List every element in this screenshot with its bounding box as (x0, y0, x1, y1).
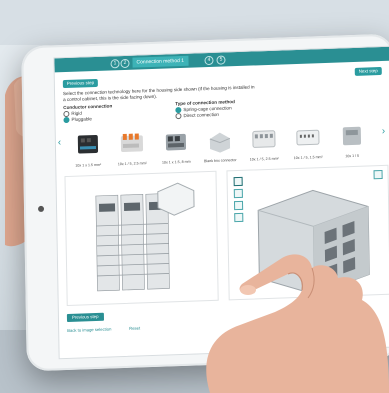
step-4[interactable]: 4 (204, 55, 214, 66)
step-1[interactable]: 1 (110, 59, 120, 69)
black-terminal-block-icon (77, 134, 99, 154)
photo-scene: 1 2 Connection method 1 4 5 Next step Pr… (0, 0, 389, 393)
grey-dark-plug-icon (165, 133, 187, 151)
back-to-image-link[interactable]: Back to image selection (67, 326, 111, 333)
step-2[interactable]: 2 (120, 58, 130, 69)
step-active[interactable]: Connection method 1 (132, 55, 189, 68)
product-caption: 10x 1 x 1.5 mm² (75, 162, 102, 168)
product-item[interactable]: 10x 1 x 1.5, 8 mm (158, 124, 195, 175)
chevron-right-icon[interactable]: › (382, 126, 389, 137)
white-terminal-icon (252, 130, 276, 148)
previous-step-button[interactable]: Previous step (66, 312, 104, 323)
product-caption: 10x 1 / 5, 2.5 mm² (249, 156, 279, 162)
product-item[interactable]: Blank box connector (202, 122, 239, 173)
product-item[interactable]: 10x 1 / 5, 2.5 mm² (246, 120, 283, 171)
product-caption: 10x 1 / 5, 2.5 mm² (117, 161, 147, 167)
white-terminal-small-icon (296, 129, 320, 146)
view-top-icon[interactable] (233, 188, 243, 199)
orange-plug-icon (120, 133, 144, 153)
conductor-heading: Conductor connection (63, 103, 113, 111)
right-hand-pointing (206, 254, 389, 393)
close-icon[interactable] (373, 169, 383, 180)
radio-icon[interactable] (175, 112, 182, 120)
conductor-option-label: Pluggable (71, 116, 92, 123)
grey-box-icon (342, 126, 362, 146)
camera-dot (37, 205, 45, 213)
grey-blank-icon (209, 132, 231, 153)
view-front-icon[interactable] (233, 176, 243, 187)
radio-selected-icon[interactable] (63, 116, 70, 124)
next-step-top-button[interactable]: Next step (354, 66, 382, 76)
product-item[interactable]: 10x 1 x 1.5 mm² (70, 127, 107, 178)
conductor-option-pluggable[interactable]: Pluggable (63, 116, 92, 124)
connection-option-label: Direct connection (183, 111, 220, 119)
product-caption: 10x 1 / 5 (345, 153, 360, 159)
view-side-icon[interactable] (233, 200, 244, 211)
step-bar: 1 2 Connection method 1 4 5 (54, 46, 389, 73)
chevron-left-icon[interactable]: ‹ (58, 137, 66, 148)
product-caption: 10x 1 / 5, 1.5 mm² (293, 155, 323, 161)
previous-step-top-button[interactable]: Previous step (62, 78, 99, 89)
product-caption: 10x 1 x 1.5, 8 mm (161, 159, 191, 165)
view-back-icon[interactable] (234, 212, 244, 223)
product-item[interactable]: 10x 1 / 5 (334, 117, 371, 168)
connection-option-direct[interactable]: Direct connection (175, 112, 219, 120)
product-item[interactable]: 10x 1 / 5, 2.5 mm² (114, 125, 151, 176)
product-item[interactable]: 10x 1 / 5, 1.5 mm² (290, 119, 327, 170)
product-caption: Blank box connector (203, 158, 237, 164)
conductor-option-label: Rigid (71, 110, 82, 117)
step-5[interactable]: 5 (216, 55, 226, 65)
reset-link[interactable]: Reset (129, 325, 140, 330)
